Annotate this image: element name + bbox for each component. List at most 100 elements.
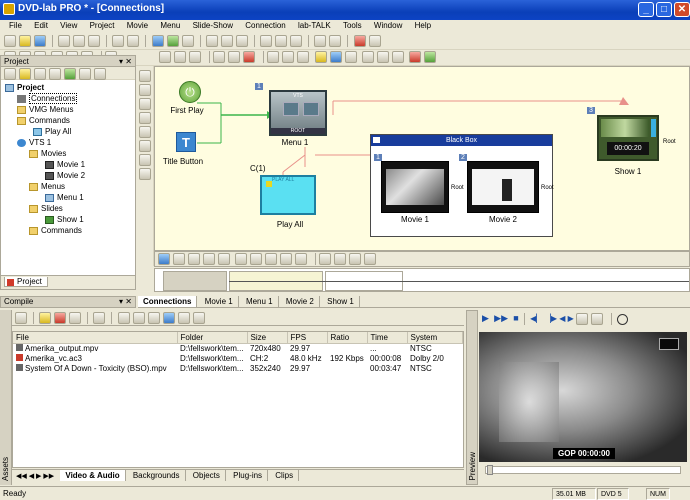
arrange-icon[interactable]	[213, 51, 226, 63]
play-all-node[interactable]: C(1) PLAY ALL Play All	[250, 164, 330, 229]
tree-folder-icon[interactable]	[19, 68, 31, 80]
menu-project[interactable]: Project	[85, 20, 120, 31]
tree-item-menu-1[interactable]: Menu 1	[5, 192, 135, 203]
track-icon[interactable]	[361, 51, 374, 63]
preview-side-tab[interactable]: Preview	[466, 310, 478, 485]
assets-tool-2-icon[interactable]	[132, 312, 145, 324]
menu-file[interactable]: File	[4, 20, 27, 31]
table-row[interactable]: System Of A Down - Toxicity (BSO).mpv D:…	[13, 364, 463, 374]
button-icon[interactable]	[391, 51, 404, 63]
tab-clips[interactable]: Clips	[270, 470, 300, 481]
column-time[interactable]: Time	[367, 332, 408, 344]
view-2-icon[interactable]	[173, 253, 185, 265]
view-11-icon[interactable]	[319, 253, 332, 265]
tree-item-project[interactable]: Project	[5, 82, 135, 93]
tab-video-audio[interactable]: Video & Audio	[60, 470, 126, 481]
column-fps[interactable]: FPS	[287, 332, 328, 344]
step-back-icon[interactable]: ◀	[559, 314, 565, 323]
globe-icon[interactable]	[424, 51, 437, 63]
assets-tool-1-icon[interactable]	[117, 312, 130, 324]
paste-icon[interactable]	[88, 35, 101, 47]
menu-view[interactable]: View	[55, 20, 82, 31]
number-icon[interactable]	[260, 35, 273, 47]
help-icon[interactable]	[353, 35, 366, 47]
view-13-icon[interactable]	[349, 253, 362, 265]
compile-icon[interactable]	[151, 35, 164, 47]
preview-icon[interactable]	[166, 35, 179, 47]
column-folder[interactable]: Folder	[177, 332, 248, 344]
view-5-icon[interactable]	[218, 253, 230, 265]
view-9-icon[interactable]	[280, 253, 293, 265]
assets-sort-icon[interactable]	[93, 312, 106, 324]
view-4-icon[interactable]	[203, 253, 215, 265]
hand-tool-icon[interactable]	[139, 168, 151, 180]
connections-canvas[interactable]: ⏻ First Play T Title Button 1 VTS ROOT M…	[154, 66, 690, 251]
pointer-tool-icon[interactable]	[159, 51, 171, 63]
title-button-node[interactable]: T Title Button	[163, 132, 207, 166]
mark-tool-icon[interactable]	[139, 126, 151, 138]
view-1-icon[interactable]	[158, 253, 170, 265]
text-strip-icon[interactable]	[139, 112, 151, 124]
menu-edit[interactable]: Edit	[29, 20, 53, 31]
about-icon[interactable]	[368, 35, 381, 47]
tab-objects[interactable]: Objects	[188, 470, 226, 481]
pgc-icon[interactable]	[344, 51, 357, 63]
tab-connections[interactable]: Connections	[138, 296, 198, 307]
table-row[interactable]: Amerika_vc.ac3 D:\fellswork\tem... CH:2 48…	[13, 354, 463, 364]
menu-lab-talk[interactable]: lab-TALK	[293, 20, 336, 31]
menu-connection[interactable]: Connection	[240, 20, 290, 31]
assets-side-tab[interactable]: Assets	[0, 310, 12, 485]
assets-tool-5-icon[interactable]	[177, 312, 190, 324]
assets-delete-icon[interactable]	[54, 312, 67, 324]
text-tool-icon[interactable]	[174, 51, 186, 63]
close-button[interactable]: ✕	[674, 2, 690, 17]
tree-item-connections[interactable]: Connections	[5, 93, 135, 104]
shape-tool-icon[interactable]	[189, 51, 201, 63]
first-play-node[interactable]: ⏻ First Play	[170, 81, 205, 115]
prev-icon[interactable]: ◀▏	[530, 314, 542, 323]
chain-icon[interactable]	[290, 35, 303, 47]
view-7-icon[interactable]	[250, 253, 263, 265]
assets-view-icon[interactable]	[15, 312, 27, 324]
snapshot-icon[interactable]	[576, 313, 589, 325]
menu-slide-show[interactable]: Slide-Show	[188, 20, 238, 31]
tree-item-commands[interactable]: Commands	[5, 115, 135, 126]
tree-movie-icon[interactable]	[49, 68, 61, 80]
box-tool-icon[interactable]	[139, 140, 151, 152]
project-tab[interactable]: Project	[4, 277, 48, 287]
assets-open-icon[interactable]	[39, 312, 52, 324]
assets-tool-3-icon[interactable]	[147, 312, 160, 324]
disconnect-icon[interactable]	[243, 51, 256, 63]
tree-menu-icon[interactable]	[34, 68, 46, 80]
new-icon[interactable]	[4, 35, 16, 47]
tree-item-menus[interactable]: Menus	[5, 181, 135, 192]
minimize-button[interactable]: _	[638, 2, 654, 17]
clock-icon[interactable]	[617, 313, 629, 325]
table-row[interactable]: Amerika_output.mpv D:\fellswork\tem... 72…	[13, 344, 463, 354]
copy-icon[interactable]	[73, 35, 86, 47]
scrub-handle[interactable]	[487, 465, 493, 475]
black-box-group[interactable]: Black Box 1 Root Movie 1 2 Root Movie 2	[370, 134, 554, 237]
align-center-icon[interactable]	[282, 51, 295, 63]
tree-item-movie-1[interactable]: Movie 1	[5, 159, 135, 170]
view-12-icon[interactable]	[334, 253, 347, 265]
assets-tool-4-icon[interactable]	[162, 312, 175, 324]
cut-icon[interactable]	[58, 35, 71, 47]
tree-item-movies[interactable]: Movies	[5, 148, 135, 159]
menu-movie[interactable]: Movie	[122, 20, 153, 31]
select-tool-icon[interactable]	[139, 70, 151, 82]
movie-2-thumbnail[interactable]	[467, 161, 539, 213]
tree-item-play-all[interactable]: Play All	[5, 126, 135, 137]
menu-help[interactable]: Help	[410, 20, 436, 31]
maximize-button[interactable]: □	[656, 2, 672, 17]
tab-movie-1[interactable]: Movie 1	[200, 296, 239, 307]
next-icon[interactable]: ▕▶	[545, 314, 557, 323]
zoom-tool-icon[interactable]	[139, 154, 151, 166]
zoom-out-icon[interactable]	[329, 35, 342, 47]
column-system[interactable]: System	[407, 332, 463, 344]
align-right-icon[interactable]	[297, 51, 310, 63]
timeline-strip[interactable]	[154, 268, 690, 292]
grid-icon[interactable]	[205, 35, 218, 47]
tree-item-show-1[interactable]: Show 1	[5, 214, 135, 225]
tree-item-commands-2[interactable]: Commands	[5, 225, 135, 236]
